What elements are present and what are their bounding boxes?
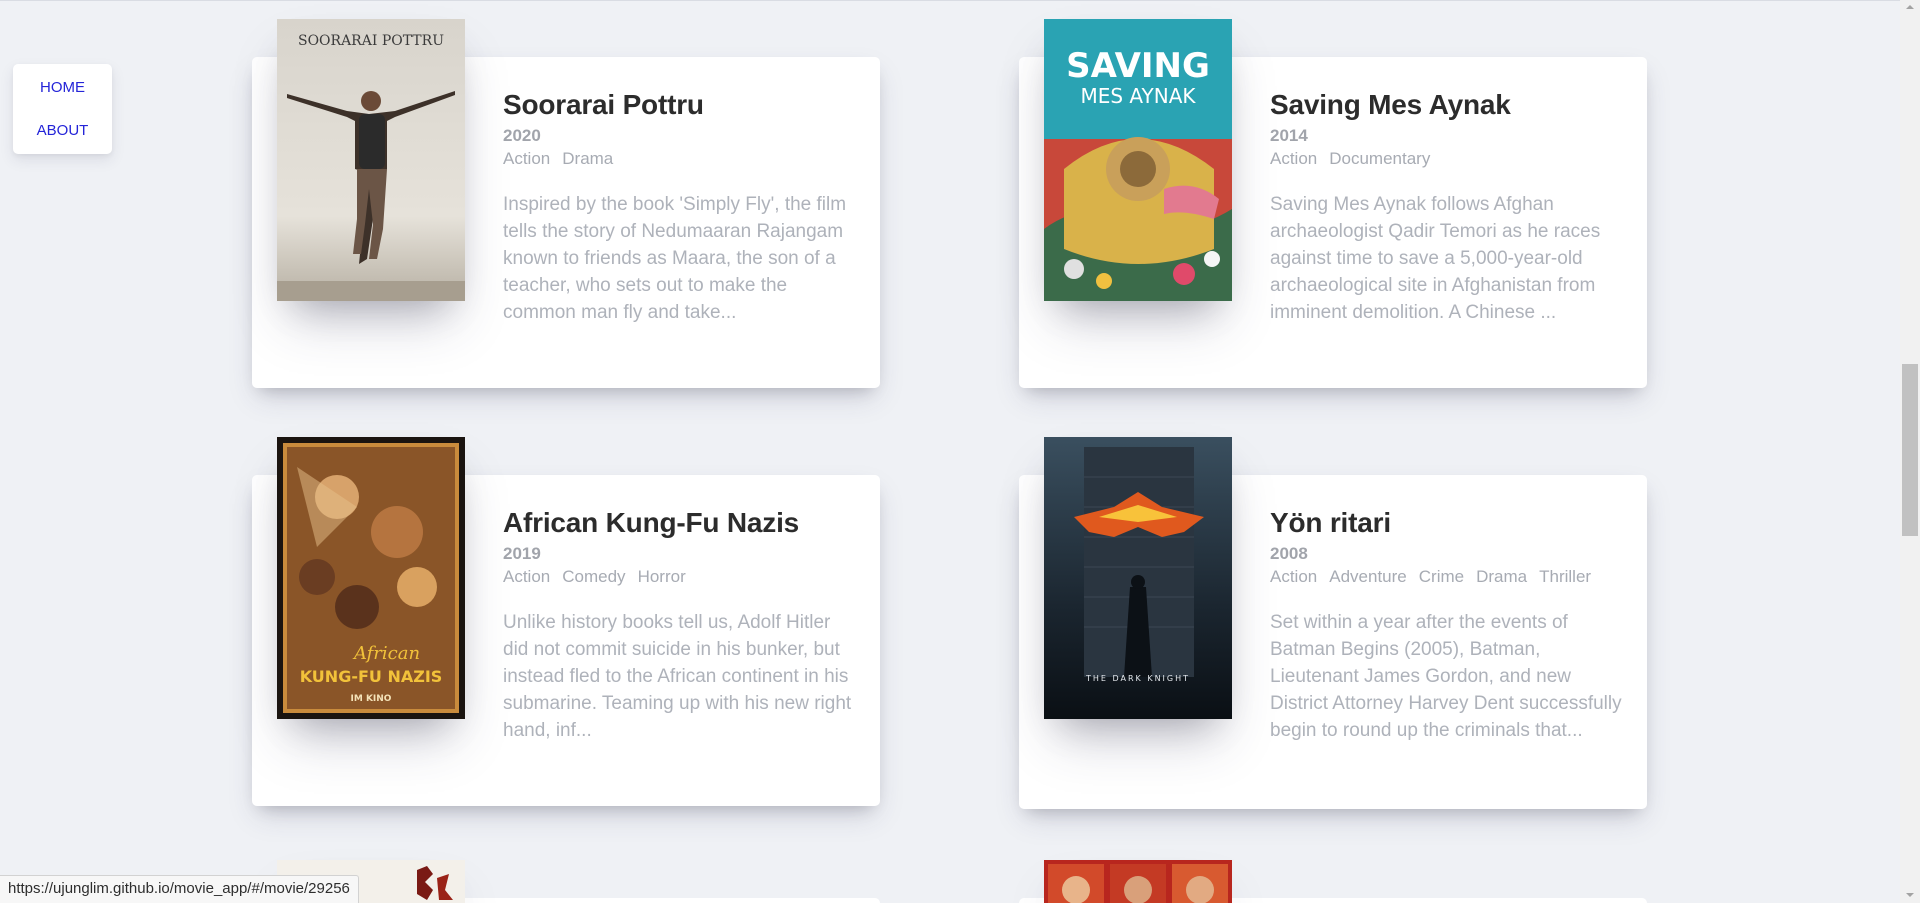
- movie-poster[interactable]: African KUNG-FU NAZIS IM KINO: [277, 437, 465, 719]
- genre-tag: Documentary: [1329, 149, 1431, 168]
- movie-summary: Inspired by the book 'Simply Fly', the f…: [503, 194, 847, 323]
- svg-text:SAVING: SAVING: [1066, 46, 1210, 86]
- movie-info: Saving Mes Aynak 2014 Action Documentary…: [1270, 88, 1625, 326]
- movie-genres: Action Drama: [503, 149, 858, 169]
- svg-text:African: African: [352, 643, 420, 664]
- movie-title[interactable]: African Kung-Fu Nazis: [503, 506, 858, 540]
- movie-genres: Action Adventure Crime Drama Thriller: [1270, 567, 1625, 587]
- genre-tag: Action: [503, 149, 551, 168]
- scroll-down-arrow-icon[interactable]: [1906, 893, 1914, 897]
- movie-card[interactable]: SAVING MES AYNAK Saving Mes Aynak 2014 A…: [1019, 19, 1647, 389]
- movie-info: Soorarai Pottru 2020 Action Drama Inspir…: [503, 88, 858, 326]
- movie-title[interactable]: Saving Mes Aynak: [1270, 88, 1625, 122]
- movie-poster[interactable]: [1044, 860, 1232, 903]
- top-divider: [0, 0, 1900, 1]
- movie-year: 2020: [503, 126, 541, 145]
- genre-tag: Action: [1270, 149, 1318, 168]
- movie-card[interactable]: African KUNG-FU NAZIS IM KINO African Ku…: [252, 437, 880, 807]
- movie-genres: Action Documentary: [1270, 149, 1625, 169]
- genre-tag: Thriller: [1539, 567, 1592, 586]
- svg-text:IM KINO: IM KINO: [351, 694, 392, 704]
- genre-tag: Action: [503, 567, 551, 586]
- movie-card[interactable]: [1019, 860, 1647, 903]
- movie-card[interactable]: THE DARK KNIGHT Yön ritari 2008 Action A…: [1019, 437, 1647, 810]
- movie-poster[interactable]: SAVING MES AYNAK: [1044, 19, 1232, 301]
- scroll-up-arrow-icon[interactable]: [1906, 5, 1914, 9]
- movie-poster[interactable]: THE DARK KNIGHT: [1044, 437, 1232, 719]
- svg-text:THE DARK KNIGHT: THE DARK KNIGHT: [1085, 674, 1190, 683]
- svg-text:KUNG-FU NAZIS: KUNG-FU NAZIS: [300, 667, 443, 686]
- link-status-bar: https://ujunglim.github.io/movie_app/#/m…: [0, 875, 359, 903]
- genre-tag: Horror: [637, 567, 686, 586]
- movie-title[interactable]: Yön ritari: [1270, 506, 1625, 540]
- genre-tag: Comedy: [562, 567, 626, 586]
- movie-card[interactable]: SOORARAI POTTRU Soorarai Pottru 2020 Act…: [252, 19, 880, 389]
- movie-info: African Kung-Fu Nazis 2019 Action Comedy…: [503, 506, 858, 744]
- genre-tag: Drama: [1476, 567, 1528, 586]
- movie-summary: Saving Mes Aynak follows Afghan archaeol…: [1270, 194, 1601, 323]
- svg-text:MES AYNAK: MES AYNAK: [1080, 84, 1196, 108]
- movie-summary: Set within a year after the events of Ba…: [1270, 612, 1622, 741]
- movie-year: 2019: [503, 544, 541, 563]
- genre-tag: Drama: [562, 149, 614, 168]
- nav-home-link[interactable]: HOME: [40, 79, 85, 96]
- movie-summary: Unlike history books tell us, Adolf Hitl…: [503, 612, 852, 741]
- nav-about-link[interactable]: ABOUT: [37, 122, 89, 139]
- genre-tag: Crime: [1418, 567, 1465, 586]
- movie-title[interactable]: Soorarai Pottru: [503, 88, 858, 122]
- movie-year: 2014: [1270, 126, 1308, 145]
- movie-year: 2008: [1270, 544, 1308, 563]
- genre-tag: Action: [1270, 567, 1318, 586]
- scrollbar-thumb[interactable]: [1902, 364, 1918, 536]
- movie-poster[interactable]: SOORARAI POTTRU: [277, 19, 465, 301]
- genre-tag: Adventure: [1329, 567, 1407, 586]
- movie-info: Yön ritari 2008 Action Adventure Crime D…: [1270, 506, 1625, 744]
- svg-text:SOORARAI POTTRU: SOORARAI POTTRU: [298, 33, 444, 49]
- nav-menu: HOME ABOUT: [13, 64, 112, 154]
- movie-genres: Action Comedy Horror: [503, 567, 858, 587]
